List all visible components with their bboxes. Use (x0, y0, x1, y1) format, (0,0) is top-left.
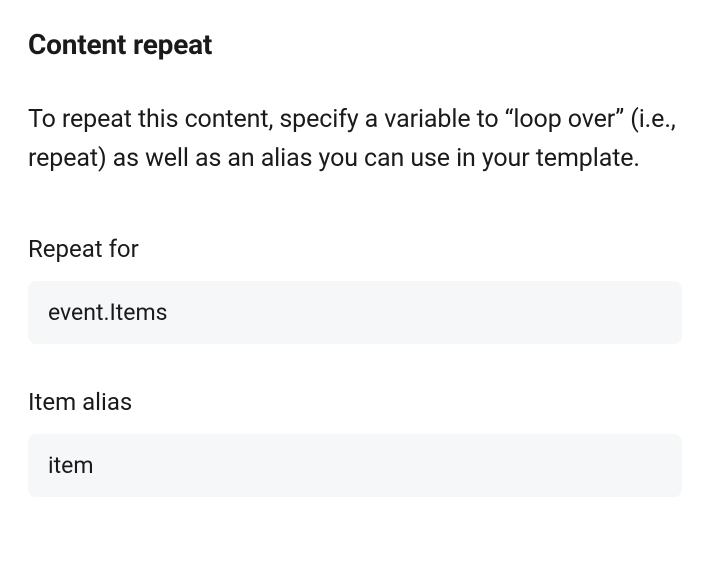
repeat-for-input[interactable] (28, 281, 682, 344)
repeat-for-field-group: Repeat for (28, 235, 682, 344)
section-description: To repeat this content, specify a variab… (28, 101, 682, 179)
item-alias-label: Item alias (28, 388, 682, 416)
repeat-for-label: Repeat for (28, 235, 682, 263)
item-alias-field-group: Item alias (28, 388, 682, 497)
section-title: Content repeat (28, 28, 682, 61)
item-alias-input[interactable] (28, 434, 682, 497)
